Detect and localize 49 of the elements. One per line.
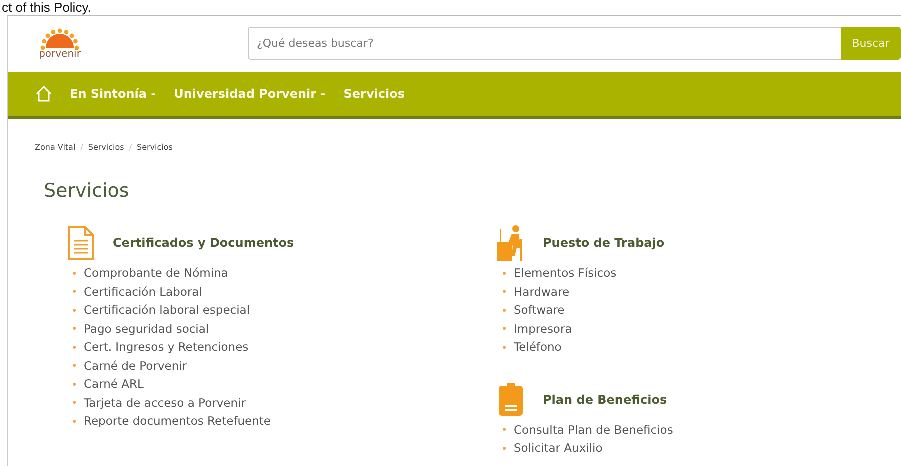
bullet-icon bbox=[73, 272, 76, 275]
service-link[interactable]: Software bbox=[514, 303, 565, 318]
service-link[interactable]: Pago seguridad social bbox=[84, 322, 210, 336]
service-link[interactable]: Carné ARL bbox=[84, 377, 144, 392]
document-icon bbox=[67, 225, 95, 261]
service-link[interactable]: Teléfono bbox=[514, 340, 562, 354]
bullet-icon bbox=[73, 327, 76, 330]
bullet-icon bbox=[503, 272, 506, 275]
bullet-icon bbox=[73, 346, 76, 349]
breadcrumb-separator: / bbox=[129, 143, 132, 152]
bullet-icon bbox=[73, 401, 76, 404]
bullet-icon bbox=[503, 428, 506, 432]
section-title: Plan de Beneficios bbox=[543, 392, 668, 406]
service-link[interactable]: Solicitar Auxilio bbox=[514, 441, 603, 456]
service-link[interactable]: Certificación Laboral bbox=[84, 284, 202, 299]
service-link[interactable]: Consulta Plan de Beneficios bbox=[514, 422, 674, 437]
bullet-icon bbox=[503, 308, 506, 312]
document-text: ct of this Policy. bbox=[1, 0, 92, 15]
search-field[interactable]: ¿Qué deseas buscar? bbox=[248, 27, 841, 60]
person-at-desk-icon bbox=[497, 225, 525, 261]
service-link[interactable]: Comprobante de Nómina bbox=[84, 266, 228, 280]
breadcrumb-separator: / bbox=[80, 143, 84, 152]
breadcrumb-link[interactable]: Servicios bbox=[137, 143, 173, 152]
service-link[interactable]: Hardware bbox=[514, 284, 570, 299]
service-link[interactable]: Elementos Físicos bbox=[514, 266, 617, 280]
page-title: Servicios bbox=[44, 180, 130, 202]
service-link[interactable]: Cert. Ingresos y Retenciones bbox=[84, 340, 249, 354]
service-link[interactable]: Reporte documentos Retefuente bbox=[84, 414, 271, 428]
bullet-icon bbox=[73, 420, 76, 423]
service-link[interactable]: Impresora bbox=[514, 322, 572, 336]
bullet-icon bbox=[73, 382, 76, 386]
service-link[interactable]: Carné de Porvenir bbox=[84, 358, 188, 373]
bullet-icon bbox=[73, 364, 76, 368]
bullet-icon bbox=[503, 446, 506, 450]
bullet-icon bbox=[503, 327, 506, 330]
service-link[interactable]: Tarjeta de acceso a Porvenir bbox=[84, 396, 246, 410]
sun-logo-icon bbox=[40, 28, 80, 50]
breadcrumb-link[interactable]: Zona Vital bbox=[35, 143, 76, 152]
bullet-icon bbox=[73, 290, 76, 294]
section-title: Puesto de Trabajo bbox=[543, 236, 665, 250]
bullet-icon bbox=[73, 308, 76, 312]
section-title: Certificados y Documentos bbox=[113, 236, 294, 250]
pass-card-icon bbox=[497, 382, 525, 418]
bullet-icon bbox=[503, 290, 506, 294]
logo-text: porvenir bbox=[39, 50, 81, 60]
home-icon[interactable] bbox=[36, 86, 52, 102]
service-link[interactable]: Certificación laboral especial bbox=[84, 303, 250, 318]
bullet-icon bbox=[503, 346, 506, 349]
breadcrumb-link[interactable]: Servicios bbox=[88, 143, 124, 152]
